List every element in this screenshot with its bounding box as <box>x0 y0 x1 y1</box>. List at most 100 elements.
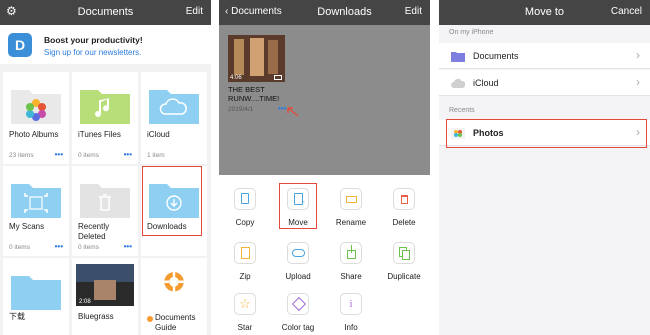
grid-item-download-cn[interactable]: 下载 <box>3 258 69 335</box>
folder-icon <box>11 276 61 310</box>
share-action[interactable]: Share <box>325 242 377 281</box>
cancel-button[interactable]: Cancel <box>611 6 642 17</box>
copy-action[interactable]: Copy <box>219 188 271 227</box>
grid-item-label: Photo Albums <box>9 130 59 139</box>
chevron-right-icon: › <box>636 48 640 62</box>
move-highlight-box <box>279 183 317 229</box>
tag-icon <box>287 293 309 315</box>
folder-icon <box>451 52 465 62</box>
file-name: THE BEST RUNW....TIME! <box>228 85 280 103</box>
grid-item-label: iCloud <box>147 130 170 139</box>
banner-headline: Boost your productivity! <box>44 35 143 45</box>
action-label: Zip <box>239 272 251 281</box>
grid-item-count: 1 item <box>147 152 165 159</box>
grid-item-my-scans[interactable]: My Scans 0 items ••• <box>3 166 69 256</box>
trash-icon <box>393 188 415 210</box>
rename-icon <box>340 188 362 210</box>
trash-folder-icon <box>80 184 130 218</box>
destination-row-documents[interactable]: Documents › <box>439 43 650 69</box>
share-icon <box>340 242 362 264</box>
newsletter-signup-link[interactable]: Sign up for our newsletters. <box>44 48 141 57</box>
video-duration: 2:08 <box>79 299 91 305</box>
downloads-panel: ‹ Documents Downloads Edit 4:06 THE BEST… <box>219 0 430 335</box>
lifebuoy-icon <box>164 272 184 292</box>
itunes-folder-icon <box>80 90 130 124</box>
action-label: Copy <box>235 218 255 227</box>
grid-item-icloud[interactable]: iCloud 1 item <box>141 72 207 164</box>
grid-item-itunes-files[interactable]: iTunes Files 0 items ••• <box>72 72 138 164</box>
newsletter-banner[interactable]: D Boost your productivity! Sign up for o… <box>0 25 211 64</box>
rename-action[interactable]: Rename <box>325 188 377 227</box>
grid-item-label: Recently Deleted <box>78 222 110 241</box>
grid-item-label: Documents Guide <box>155 313 196 332</box>
row-label: Documents <box>473 51 519 61</box>
video-thumbnail[interactable]: 4:06 <box>228 35 285 82</box>
grid-item-label: 下载 <box>9 312 25 321</box>
duplicate-icon <box>393 242 415 264</box>
grid-item-recently-deleted[interactable]: Recently Deleted 0 items ••• <box>72 166 138 256</box>
grid-item-count: 0 items <box>9 244 30 251</box>
delete-action[interactable]: Delete <box>378 188 430 227</box>
destination-row-icloud[interactable]: iCloud › <box>439 70 650 96</box>
edit-button[interactable]: Edit <box>186 6 203 17</box>
nav-bar: ⚙ Documents Edit <box>0 0 211 25</box>
scans-folder-icon <box>11 184 61 218</box>
grid-item-bluegrass[interactable]: 2:08 Bluegrass <box>72 258 138 335</box>
section-header-on-my-iphone: On my iPhone <box>449 29 494 36</box>
star-action[interactable]: ☆ Star <box>219 293 271 332</box>
action-label: Delete <box>392 218 416 227</box>
documents-logo-icon: D <box>8 33 32 57</box>
zip-action[interactable]: Zip <box>219 242 271 281</box>
red-arrow-icon <box>287 107 299 117</box>
grid-item-count: 0 items <box>78 152 99 159</box>
video-thumbnail: 2:08 <box>76 264 134 306</box>
color-tag-dot <box>147 316 153 322</box>
dimmed-file-area: 4:06 THE BEST RUNW....TIME! 2019/4/1 ••• <box>219 25 430 175</box>
photos-folder-icon <box>11 90 61 124</box>
nav-bar: Move to Cancel <box>439 0 650 25</box>
grid-item-label: My Scans <box>9 222 45 231</box>
action-label: Upload <box>285 272 311 281</box>
chevron-right-icon: › <box>636 75 640 89</box>
action-label: Color tag <box>281 323 315 332</box>
section-header-recents: Recents <box>449 107 475 114</box>
grid-item-label: iTunes Files <box>78 130 121 139</box>
action-label: Info <box>344 323 358 332</box>
star-icon: ☆ <box>234 293 256 315</box>
action-label: Rename <box>335 218 367 227</box>
photos-highlight-box <box>446 119 647 148</box>
info-action[interactable]: i Info <box>325 293 377 332</box>
cloud-upload-icon <box>287 242 309 264</box>
duplicate-action[interactable]: Duplicate <box>378 242 430 281</box>
grid-item-photo-albums[interactable]: Photo Albums 23 items ••• <box>3 72 69 164</box>
more-options-icon[interactable]: ••• <box>55 242 63 251</box>
edit-button[interactable]: Edit <box>405 6 422 17</box>
cloud-icon <box>451 78 465 88</box>
more-options-icon[interactable]: ••• <box>124 150 132 159</box>
copy-icon <box>234 188 256 210</box>
file-date: 2019/4/1 <box>228 106 254 113</box>
more-options-icon[interactable]: ••• <box>55 150 63 159</box>
action-label: Share <box>340 272 362 281</box>
documents-panel: ⚙ Documents Edit D Boost your productivi… <box>0 0 211 335</box>
downloads-highlight-box <box>142 166 202 236</box>
grid-item-count: 23 items <box>9 152 34 159</box>
grid-item-label: Bluegrass <box>78 312 114 321</box>
row-label: iCloud <box>473 78 499 88</box>
upload-action[interactable]: Upload <box>272 242 324 281</box>
icloud-folder-icon <box>149 90 199 124</box>
zip-icon <box>234 242 256 264</box>
video-icon <box>274 75 282 80</box>
grid-item-documents-guide[interactable]: Documents Guide <box>141 258 207 335</box>
action-label: Duplicate <box>387 272 421 281</box>
color-tag-action[interactable]: Color tag <box>272 293 324 332</box>
info-icon: i <box>340 293 362 315</box>
grid-item-count: 0 items <box>78 244 99 251</box>
video-duration: 4:06 <box>230 75 242 81</box>
nav-bar: ‹ Documents Downloads Edit <box>219 0 430 25</box>
action-label: Star <box>237 323 253 332</box>
chevron-left-icon: ‹ <box>225 6 229 17</box>
more-options-icon[interactable]: ••• <box>124 242 132 251</box>
move-to-panel: Move to Cancel On my iPhone Documents › … <box>439 0 650 335</box>
nav-title: Documents <box>77 6 134 18</box>
